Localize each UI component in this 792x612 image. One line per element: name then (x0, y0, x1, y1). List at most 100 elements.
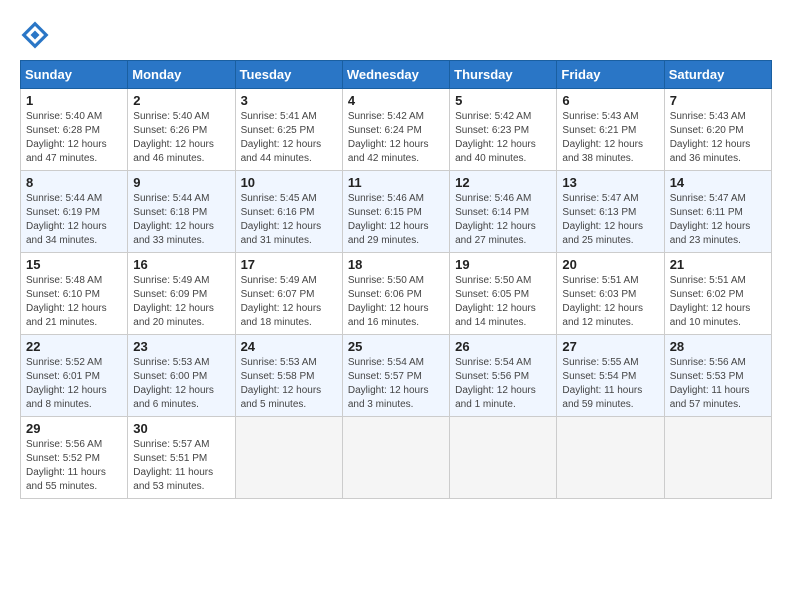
day-cell: 13Sunrise: 5:47 AMSunset: 6:13 PMDayligh… (557, 171, 664, 253)
day-cell: 23 Sunrise: 5:53 AMSunset: 6:00 PMDayligh… (128, 335, 235, 417)
day-detail: Sunrise: 5:54 AMSunset: 5:56 PMDaylight:… (455, 357, 536, 410)
day-number: 7 (670, 93, 766, 108)
day-detail: Sunrise: 5:45 AMSunset: 6:16 PMDaylight:… (241, 193, 322, 246)
calendar-table: SundayMondayTuesdayWednesdayThursdayFrid… (20, 60, 772, 499)
day-detail: Sunrise: 5:44 AMSunset: 6:18 PMDaylight:… (133, 193, 214, 246)
col-header-monday: Monday (128, 61, 235, 89)
day-detail: Sunrise: 5:56 AMSunset: 5:52 PMDaylight:… (26, 439, 106, 492)
day-number: 4 (348, 93, 444, 108)
day-cell: 18Sunrise: 5:50 AMSunset: 6:06 PMDayligh… (342, 253, 449, 335)
day-cell: 9Sunrise: 5:44 AMSunset: 6:18 PMDaylight… (128, 171, 235, 253)
day-cell (450, 417, 557, 499)
day-number: 12 (455, 175, 551, 190)
col-header-thursday: Thursday (450, 61, 557, 89)
col-header-friday: Friday (557, 61, 664, 89)
day-detail: Sunrise: 5:56 AMSunset: 5:53 PMDaylight:… (670, 357, 750, 410)
day-cell: 6Sunrise: 5:43 AMSunset: 6:21 PMDaylight… (557, 89, 664, 171)
day-detail: Sunrise: 5:51 AMSunset: 6:03 PMDaylight:… (562, 275, 643, 328)
day-detail: Sunrise: 5:52 AMSunset: 6:01 PMDaylight:… (26, 357, 107, 410)
day-number: 24 (241, 339, 337, 354)
day-cell (235, 417, 342, 499)
day-cell: 15 Sunrise: 5:48 AMSunset: 6:10 PMDayligh… (21, 253, 128, 335)
day-detail: Sunrise: 5:47 AMSunset: 6:11 PMDaylight:… (670, 193, 751, 246)
day-cell (664, 417, 771, 499)
day-cell: 21 Sunrise: 5:51 AMSunset: 6:02 PMDayligh… (664, 253, 771, 335)
day-number: 20 (562, 257, 658, 272)
day-cell: 29Sunrise: 5:56 AMSunset: 5:52 PMDayligh… (21, 417, 128, 499)
col-header-saturday: Saturday (664, 61, 771, 89)
day-cell: 3 Sunrise: 5:41 AMSunset: 6:25 PMDaylight… (235, 89, 342, 171)
day-cell (557, 417, 664, 499)
week-row-3: 15 Sunrise: 5:48 AMSunset: 6:10 PMDayligh… (21, 253, 772, 335)
day-cell: 7 Sunrise: 5:43 AMSunset: 6:20 PMDaylight… (664, 89, 771, 171)
day-detail: Sunrise: 5:42 AMSunset: 6:23 PMDaylight:… (455, 111, 536, 164)
day-cell: 20 Sunrise: 5:51 AMSunset: 6:03 PMDayligh… (557, 253, 664, 335)
col-header-tuesday: Tuesday (235, 61, 342, 89)
day-detail: Sunrise: 5:46 AMSunset: 6:15 PMDaylight:… (348, 193, 429, 246)
day-number: 25 (348, 339, 444, 354)
day-cell: 2 Sunrise: 5:40 AMSunset: 6:26 PMDaylight… (128, 89, 235, 171)
day-cell (342, 417, 449, 499)
day-cell: 10 Sunrise: 5:45 AMSunset: 6:16 PMDayligh… (235, 171, 342, 253)
day-number: 26 (455, 339, 551, 354)
col-header-wednesday: Wednesday (342, 61, 449, 89)
day-number: 23 (133, 339, 229, 354)
day-number: 16 (133, 257, 229, 272)
day-number: 27 (562, 339, 658, 354)
logo-icon (20, 20, 50, 50)
day-number: 2 (133, 93, 229, 108)
day-number: 3 (241, 93, 337, 108)
col-header-sunday: Sunday (21, 61, 128, 89)
day-cell: 8 Sunrise: 5:44 AMSunset: 6:19 PMDaylight… (21, 171, 128, 253)
day-detail: Sunrise: 5:51 AMSunset: 6:02 PMDaylight:… (670, 275, 751, 328)
day-number: 22 (26, 339, 122, 354)
day-detail: Sunrise: 5:41 AMSunset: 6:25 PMDaylight:… (241, 111, 322, 164)
day-cell: 30 Sunrise: 5:57 AMSunset: 5:51 PMDayligh… (128, 417, 235, 499)
day-detail: Sunrise: 5:49 AMSunset: 6:07 PMDaylight:… (241, 275, 322, 328)
day-cell: 25 Sunrise: 5:54 AMSunset: 5:57 PMDayligh… (342, 335, 449, 417)
page-header (20, 20, 772, 50)
day-detail: Sunrise: 5:55 AMSunset: 5:54 PMDaylight:… (562, 357, 642, 410)
day-detail: Sunrise: 5:43 AMSunset: 6:20 PMDaylight:… (670, 111, 751, 164)
day-number: 8 (26, 175, 122, 190)
week-row-4: 22 Sunrise: 5:52 AMSunset: 6:01 PMDayligh… (21, 335, 772, 417)
day-detail: Sunrise: 5:54 AMSunset: 5:57 PMDaylight:… (348, 357, 429, 410)
day-cell: 5 Sunrise: 5:42 AMSunset: 6:23 PMDaylight… (450, 89, 557, 171)
day-cell: 16 Sunrise: 5:49 AMSunset: 6:09 PMDayligh… (128, 253, 235, 335)
day-number: 10 (241, 175, 337, 190)
day-detail: Sunrise: 5:49 AMSunset: 6:09 PMDaylight:… (133, 275, 214, 328)
column-headers: SundayMondayTuesdayWednesdayThursdayFrid… (21, 61, 772, 89)
day-detail: Sunrise: 5:40 AMSunset: 6:28 PMDaylight:… (26, 111, 107, 164)
day-number: 15 (26, 257, 122, 272)
day-detail: Sunrise: 5:53 AMSunset: 5:58 PMDaylight:… (241, 357, 322, 410)
day-detail: Sunrise: 5:44 AMSunset: 6:19 PMDaylight:… (26, 193, 107, 246)
day-cell: 24 Sunrise: 5:53 AMSunset: 5:58 PMDayligh… (235, 335, 342, 417)
day-cell: 17 Sunrise: 5:49 AMSunset: 6:07 PMDayligh… (235, 253, 342, 335)
day-cell: 1 Sunrise: 5:40 AMSunset: 6:28 PMDaylight… (21, 89, 128, 171)
day-cell: 27 Sunrise: 5:55 AMSunset: 5:54 PMDayligh… (557, 335, 664, 417)
day-number: 14 (670, 175, 766, 190)
day-number: 5 (455, 93, 551, 108)
day-number: 28 (670, 339, 766, 354)
day-cell: 4 Sunrise: 5:42 AMSunset: 6:24 PMDaylight… (342, 89, 449, 171)
day-detail: Sunrise: 5:57 AMSunset: 5:51 PMDaylight:… (133, 439, 213, 492)
day-number: 30 (133, 421, 229, 436)
day-cell: 11Sunrise: 5:46 AMSunset: 6:15 PMDayligh… (342, 171, 449, 253)
week-row-5: 29Sunrise: 5:56 AMSunset: 5:52 PMDayligh… (21, 417, 772, 499)
day-cell: 26 Sunrise: 5:54 AMSunset: 5:56 PMDayligh… (450, 335, 557, 417)
day-detail: Sunrise: 5:42 AMSunset: 6:24 PMDaylight:… (348, 111, 429, 164)
day-detail: Sunrise: 5:46 AMSunset: 6:14 PMDaylight:… (455, 193, 536, 246)
day-detail: Sunrise: 5:43 AMSunset: 6:21 PMDaylight:… (562, 111, 643, 164)
day-detail: Sunrise: 5:50 AMSunset: 6:05 PMDaylight:… (455, 275, 536, 328)
day-detail: Sunrise: 5:53 AMSunset: 6:00 PMDaylight:… (133, 357, 214, 410)
day-number: 19 (455, 257, 551, 272)
week-row-1: 1 Sunrise: 5:40 AMSunset: 6:28 PMDaylight… (21, 89, 772, 171)
day-detail: Sunrise: 5:40 AMSunset: 6:26 PMDaylight:… (133, 111, 214, 164)
day-number: 21 (670, 257, 766, 272)
day-detail: Sunrise: 5:48 AMSunset: 6:10 PMDaylight:… (26, 275, 107, 328)
day-detail: Sunrise: 5:47 AMSunset: 6:13 PMDaylight:… (562, 193, 643, 246)
day-number: 17 (241, 257, 337, 272)
day-cell: 22 Sunrise: 5:52 AMSunset: 6:01 PMDayligh… (21, 335, 128, 417)
day-number: 1 (26, 93, 122, 108)
day-cell: 28 Sunrise: 5:56 AMSunset: 5:53 PMDayligh… (664, 335, 771, 417)
